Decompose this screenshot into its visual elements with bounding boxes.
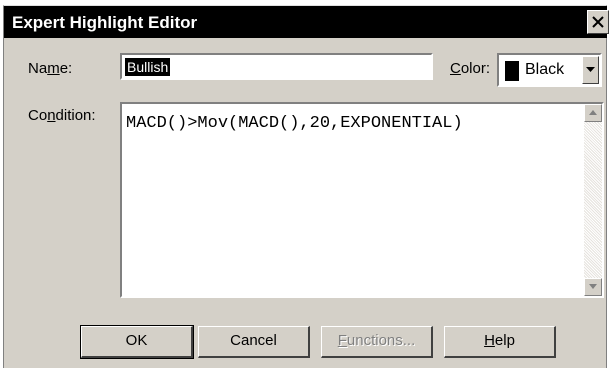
ok-button-label: OK bbox=[125, 332, 148, 349]
arrow-up-icon bbox=[589, 110, 597, 115]
ok-button[interactable]: OK bbox=[80, 325, 194, 359]
color-swatch bbox=[505, 61, 519, 81]
color-dropdown-button[interactable] bbox=[582, 56, 599, 84]
help-button[interactable]: Help bbox=[444, 326, 556, 358]
chevron-down-icon bbox=[586, 67, 595, 72]
scroll-down-button[interactable] bbox=[584, 278, 602, 296]
condition-text: MACD()>Mov(MACD(),20,EXPONENTIAL) bbox=[126, 114, 463, 133]
condition-label: Condition: bbox=[28, 107, 96, 124]
arrow-down-icon bbox=[589, 284, 597, 289]
color-label: Color: bbox=[450, 60, 491, 77]
name-label: Name: bbox=[28, 60, 73, 77]
condition-textarea[interactable]: MACD()>Mov(MACD(),20,EXPONENTIAL) bbox=[120, 102, 604, 298]
title-bar[interactable]: Expert Highlight Editor bbox=[4, 6, 609, 38]
help-button-label: Help bbox=[484, 332, 515, 349]
expert-highlight-editor-dialog: Expert Highlight Editor Name: Bullish Co… bbox=[3, 5, 609, 368]
name-input[interactable]: Bullish bbox=[120, 53, 433, 80]
cancel-button-label: Cancel bbox=[230, 332, 277, 349]
cancel-button[interactable]: Cancel bbox=[198, 326, 310, 358]
scroll-up-button[interactable] bbox=[584, 104, 602, 122]
color-select-value: Black bbox=[525, 61, 565, 78]
close-icon bbox=[592, 16, 604, 28]
name-input-value: Bullish bbox=[125, 58, 171, 76]
condition-scrollbar[interactable] bbox=[584, 104, 602, 296]
functions-button: Functions... bbox=[321, 326, 433, 358]
window-title: Expert Highlight Editor bbox=[12, 13, 198, 32]
functions-button-label: Functions... bbox=[337, 332, 416, 349]
close-button[interactable] bbox=[587, 10, 609, 34]
color-select[interactable]: Black bbox=[497, 53, 602, 87]
